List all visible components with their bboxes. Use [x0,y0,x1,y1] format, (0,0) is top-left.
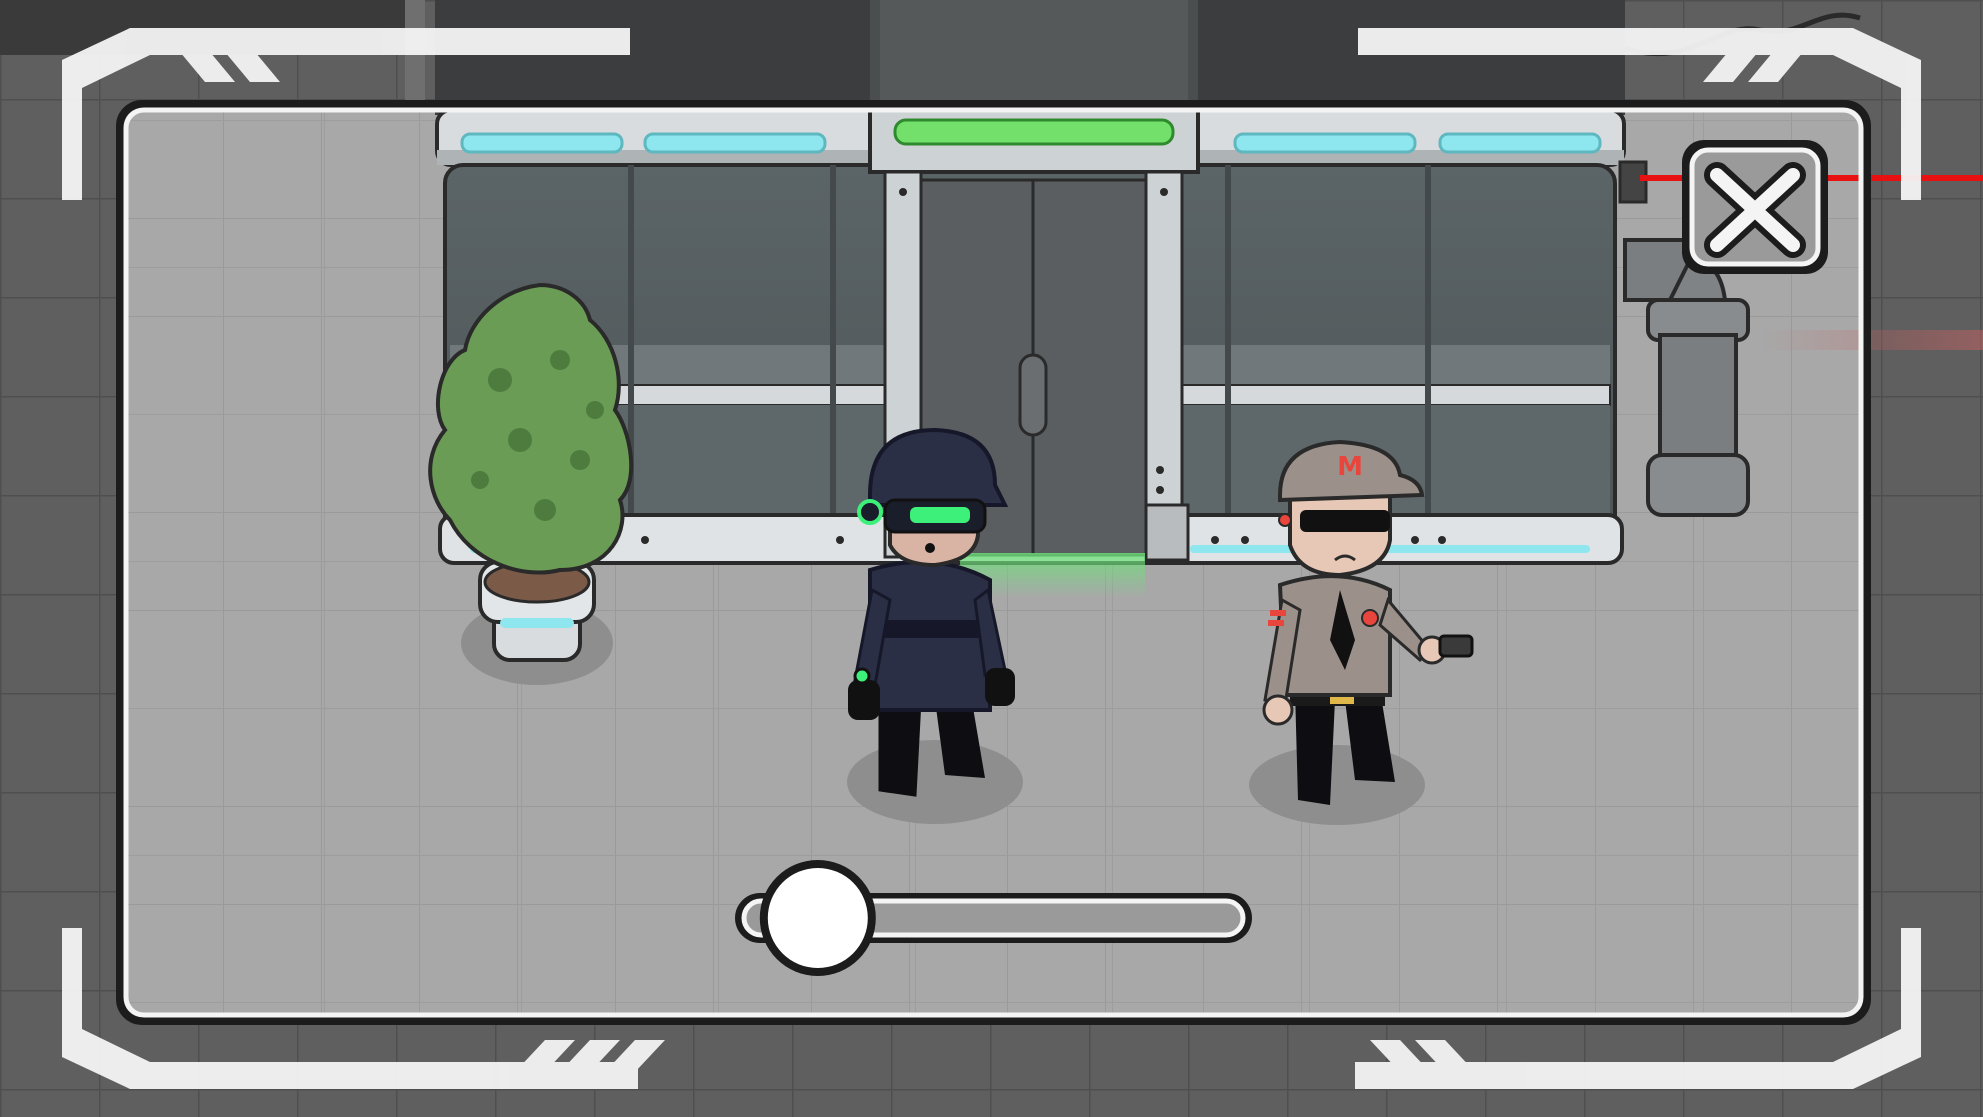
door-green-light [893,118,1175,146]
door-handle [1018,353,1048,437]
game-canvas: M [0,0,1983,1117]
spy-character[interactable] [847,427,1023,824]
ceiling-light-3 [1233,132,1417,154]
ceiling-light-4 [1438,132,1602,154]
ceiling-light-2 [643,132,827,154]
game-scene: M [0,0,1983,1117]
slider-thumb[interactable] [759,860,876,976]
laser-glow [1760,330,1983,350]
close-button[interactable] [1682,140,1828,274]
ceiling-light-1 [460,132,624,154]
guard-flashlight [1438,634,1474,658]
guard-sunglasses [1300,510,1390,532]
guard-cap-emblem: M [1337,452,1363,482]
